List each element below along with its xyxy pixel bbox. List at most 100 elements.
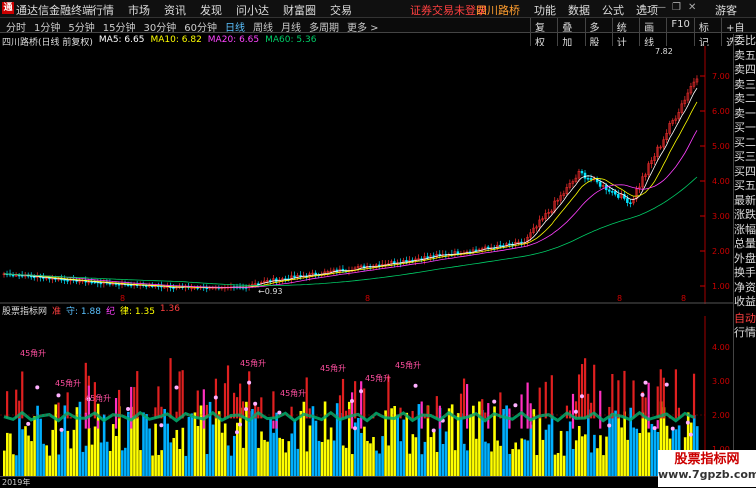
base-bar bbox=[233, 436, 236, 476]
gap-bar bbox=[563, 447, 566, 456]
base-bar bbox=[179, 449, 182, 476]
gap-bar bbox=[106, 432, 109, 442]
period-tab[interactable]: 多周期 bbox=[309, 19, 339, 34]
home-icon[interactable]: ⌂ bbox=[640, 3, 650, 13]
signal-dot bbox=[59, 428, 63, 432]
price-chart[interactable]: 7.006.005.004.003.002.001.007.82←0.93888… bbox=[0, 46, 733, 304]
quote-toggle[interactable]: 行情 bbox=[734, 326, 756, 341]
minimize-icon[interactable]: — bbox=[656, 3, 666, 13]
base-bar bbox=[454, 450, 457, 476]
base-bar bbox=[284, 452, 287, 476]
gap-bar bbox=[342, 439, 345, 446]
gap-bar bbox=[185, 450, 188, 456]
month-mark: 8 bbox=[365, 294, 370, 303]
angle-label: 45角升 bbox=[20, 348, 46, 358]
indicator-tick-label: 2.00 bbox=[712, 411, 730, 420]
close-icon[interactable]: ✕ bbox=[688, 3, 698, 13]
restore-icon[interactable]: ❐ bbox=[672, 3, 682, 13]
gap-bar bbox=[284, 452, 287, 453]
period-tab[interactable]: 15分钟 bbox=[103, 19, 136, 34]
red-bar bbox=[463, 379, 465, 419]
menu-news[interactable]: 资讯 bbox=[164, 2, 186, 18]
period-tab[interactable]: 周线 bbox=[253, 19, 273, 34]
signal-dot bbox=[574, 410, 578, 414]
base-bar bbox=[215, 416, 218, 476]
base-bar bbox=[182, 428, 185, 476]
indicator-chart[interactable]: 4.003.002.001.0045角升45角升45角升45角升45角升45角升… bbox=[0, 316, 733, 476]
period-tab[interactable]: 1分钟 bbox=[34, 19, 60, 34]
base-bar bbox=[70, 448, 73, 476]
base-bar bbox=[121, 450, 124, 476]
red-bar bbox=[363, 388, 365, 418]
gap-bar bbox=[602, 452, 605, 456]
menu-data[interactable]: 数据 bbox=[568, 2, 590, 18]
base-bar bbox=[436, 452, 439, 476]
signal-dot bbox=[665, 383, 669, 387]
base-bar bbox=[360, 433, 363, 476]
gap-bar bbox=[115, 435, 118, 436]
base-bar bbox=[614, 411, 617, 476]
gap-bar bbox=[421, 448, 424, 454]
base-bar bbox=[505, 405, 508, 476]
menu-market[interactable]: 市场 bbox=[128, 2, 150, 18]
period-tab-more[interactable]: 更多 > bbox=[347, 19, 379, 34]
quote-label: 卖一 bbox=[734, 107, 756, 122]
menu-ask[interactable]: 问小达 bbox=[236, 2, 269, 18]
base-bar bbox=[297, 449, 300, 476]
candle-body bbox=[499, 245, 501, 246]
base-bar bbox=[18, 414, 21, 476]
base-bar bbox=[9, 433, 12, 476]
guest-label[interactable]: 游客 bbox=[715, 2, 737, 18]
period-tab[interactable]: 月线 bbox=[281, 19, 301, 34]
magenta-bar bbox=[275, 421, 277, 429]
base-bar bbox=[590, 452, 593, 476]
menu-function[interactable]: 功能 bbox=[534, 2, 556, 18]
magenta-bar bbox=[130, 387, 132, 429]
gap-bar bbox=[260, 423, 263, 432]
signal-dot bbox=[253, 402, 257, 406]
base-bar bbox=[520, 438, 523, 476]
base-bar bbox=[30, 441, 33, 476]
red-bar bbox=[581, 364, 583, 418]
gap-bar bbox=[424, 436, 427, 441]
period-tab[interactable]: 30分钟 bbox=[143, 19, 176, 34]
candle-body bbox=[581, 171, 583, 173]
gap-bar bbox=[584, 431, 587, 434]
angle-label: 45角升 bbox=[320, 363, 346, 373]
gap-bar bbox=[412, 425, 415, 434]
quote-label: 买四 bbox=[734, 165, 756, 180]
period-tab[interactable]: 60分钟 bbox=[184, 19, 217, 34]
base-bar bbox=[514, 442, 517, 476]
period-tab[interactable]: 5分钟 bbox=[68, 19, 94, 34]
quote-label: 外盘 bbox=[734, 252, 756, 267]
base-bar bbox=[227, 445, 230, 476]
menu-discover[interactable]: 发现 bbox=[200, 2, 222, 18]
red-bar bbox=[239, 384, 241, 419]
base-bar bbox=[642, 413, 645, 476]
candle-body bbox=[626, 198, 628, 202]
base-bar bbox=[339, 413, 342, 476]
base-bar bbox=[172, 438, 175, 476]
base-bar bbox=[566, 431, 569, 476]
base-bar bbox=[381, 436, 384, 476]
gap-bar bbox=[91, 433, 94, 445]
menu-formula[interactable]: 公式 bbox=[602, 2, 624, 18]
menu-trade[interactable]: 交易 bbox=[330, 2, 352, 18]
gap-bar bbox=[542, 436, 545, 440]
base-bar bbox=[139, 450, 142, 476]
period-tab[interactable]: 分时 bbox=[6, 19, 26, 34]
base-bar bbox=[469, 415, 472, 476]
candle-body bbox=[405, 260, 407, 261]
red-bar bbox=[623, 371, 625, 418]
auto-toggle[interactable]: 自动 bbox=[734, 312, 756, 327]
base-bar bbox=[57, 454, 60, 476]
gap-bar bbox=[614, 402, 617, 410]
menu-wealth[interactable]: 财富圈 bbox=[283, 2, 316, 18]
gap-bar bbox=[454, 439, 457, 450]
base-bar bbox=[638, 433, 641, 476]
period-tab-active[interactable]: 日线 bbox=[225, 19, 245, 34]
magenta-bar bbox=[115, 398, 117, 429]
gap-bar bbox=[48, 451, 51, 456]
menu-quotes[interactable]: 行情 bbox=[92, 2, 114, 18]
gap-bar bbox=[363, 425, 366, 427]
